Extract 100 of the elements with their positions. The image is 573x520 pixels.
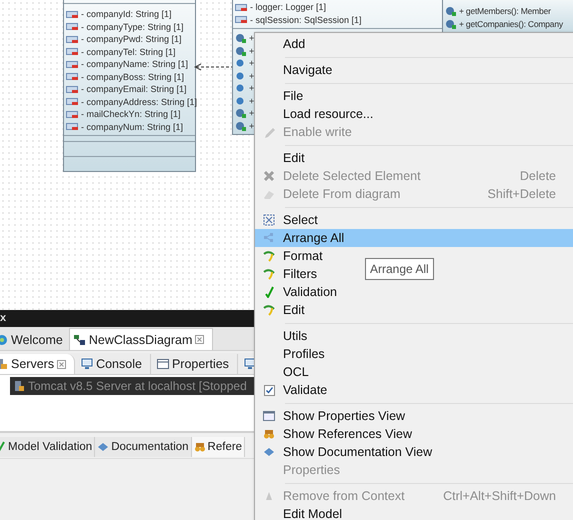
tooltip: Arrange All bbox=[365, 258, 434, 280]
arc-icon bbox=[263, 268, 275, 280]
operation-text: + bbox=[249, 70, 254, 82]
view-tab[interactable]: Refere bbox=[192, 437, 246, 457]
menu-item[interactable]: Validation bbox=[283, 285, 337, 299]
pencil-icon bbox=[263, 126, 275, 138]
attribute-text: - companyPwd: String [1] bbox=[81, 33, 182, 46]
attribute-icon bbox=[66, 84, 78, 94]
operation-icon bbox=[235, 70, 246, 81]
attribute-text: - mailCheckYn: String [1] bbox=[81, 108, 181, 120]
menu-item[interactable]: Utils bbox=[283, 329, 308, 343]
operation-text: + bbox=[249, 44, 254, 57]
menu-item[interactable]: Navigate bbox=[283, 63, 332, 77]
check-icon bbox=[263, 286, 275, 298]
menu-item[interactable]: Validate bbox=[283, 383, 328, 397]
table-icon bbox=[156, 358, 169, 370]
attribute-text: - companyTel: String [1] bbox=[81, 46, 176, 58]
menu-item[interactable]: Profiles bbox=[283, 347, 325, 361]
attribute-icon bbox=[235, 15, 247, 24]
shortcut-text: Ctrl+Alt+Shift+Down bbox=[443, 489, 557, 503]
operation-icon bbox=[235, 58, 246, 68]
title-text: x bbox=[0, 312, 6, 325]
menu-item[interactable]: Show Documentation View bbox=[283, 445, 432, 459]
view-tab[interactable]: Servers bbox=[0, 354, 76, 374]
menu-item[interactable]: Edit bbox=[283, 303, 305, 317]
binoculars-icon bbox=[194, 441, 206, 453]
menu-item[interactable]: Add bbox=[283, 37, 306, 51]
editor-tab[interactable]: NewClassDiagram bbox=[68, 328, 214, 350]
server-icon bbox=[14, 380, 24, 392]
monitor-icon bbox=[81, 358, 94, 370]
attribute-text: - companyAddress: String [1] bbox=[81, 96, 198, 108]
dependency-arrow bbox=[194, 63, 232, 71]
attribute-text: - companyEmail: String [1] bbox=[81, 83, 187, 96]
view-tab[interactable]: Documentation bbox=[95, 437, 192, 457]
attribute-icon bbox=[66, 47, 78, 56]
attribute-icon bbox=[66, 110, 78, 119]
menu-item[interactable]: Arrange All bbox=[255, 229, 573, 247]
class-box[interactable] bbox=[63, 0, 196, 172]
attribute-text: - logger: Logger [1] bbox=[250, 1, 326, 14]
view-tab[interactable]: Console bbox=[75, 354, 151, 374]
operation-text: + bbox=[249, 82, 254, 94]
attribute-text: - companyBoss: String [1] bbox=[81, 70, 184, 83]
operation-badge-icon bbox=[445, 18, 456, 29]
nodes-icon bbox=[263, 232, 275, 244]
menu-item[interactable]: Show References View bbox=[283, 427, 412, 441]
shortcut-text: Shift+Delete bbox=[488, 187, 557, 201]
close-icon[interactable] bbox=[57, 360, 66, 368]
monitor-icon bbox=[244, 358, 256, 370]
menu-item[interactable]: Edit Model bbox=[283, 507, 342, 520]
attribute-text: - companyNum: String [1] bbox=[81, 120, 184, 133]
operation-badge-icon bbox=[235, 33, 246, 44]
binoculars-icon bbox=[263, 428, 275, 440]
remove-icon bbox=[263, 490, 275, 502]
class-box[interactable]: + getMembers(): Member + getCompanies(): Company bbox=[442, 0, 573, 33]
attribute-text: - sqlSession: SqlSession [1] bbox=[250, 14, 362, 26]
operation-badge-icon bbox=[235, 46, 246, 56]
cross-icon bbox=[263, 170, 275, 182]
operation-text: + bbox=[249, 57, 254, 70]
operation-text: + bbox=[249, 107, 254, 120]
operation-text: + getCompanies(): Company bbox=[459, 18, 563, 30]
menu-item[interactable]: Edit bbox=[283, 151, 305, 165]
shortcut-text: Delete bbox=[520, 169, 557, 183]
attribute-icon bbox=[66, 72, 78, 82]
arc-icon bbox=[263, 304, 275, 316]
editor-tab[interactable]: Welcome bbox=[0, 329, 69, 350]
operation-text: + bbox=[249, 94, 254, 107]
arc-icon bbox=[263, 250, 275, 262]
attribute-text: - companyId: String [1] bbox=[81, 8, 172, 20]
attribute-text: - companyType: String [1] bbox=[81, 20, 184, 33]
menu-item[interactable]: Format bbox=[283, 249, 323, 263]
eraser-icon bbox=[263, 188, 275, 200]
operation-icon bbox=[235, 96, 246, 106]
attribute-icon bbox=[66, 10, 78, 19]
view-tab[interactable]: Properties bbox=[150, 354, 238, 374]
operation-icon bbox=[235, 83, 246, 94]
menu-item[interactable]: Filters bbox=[283, 267, 318, 281]
menu-item[interactable]: File bbox=[283, 89, 304, 103]
attribute-icon bbox=[66, 60, 78, 69]
operation-text: + bbox=[249, 32, 254, 44]
select-icon bbox=[263, 214, 275, 226]
window-icon bbox=[263, 410, 275, 422]
attribute-icon bbox=[66, 34, 78, 44]
menu-item[interactable]: Select bbox=[283, 213, 318, 227]
attribute-icon bbox=[235, 2, 247, 12]
attribute-icon bbox=[66, 97, 78, 106]
operation-text: + getMembers(): Member bbox=[459, 5, 551, 18]
operation-badge-icon bbox=[235, 120, 246, 131]
menu-item[interactable]: OCL bbox=[283, 365, 309, 379]
menu-item[interactable]: Show Properties View bbox=[283, 409, 406, 423]
view-tab[interactable]: Model Validation bbox=[0, 437, 96, 457]
class-diagram-icon bbox=[74, 334, 86, 346]
menu-item[interactable]: Load resource... bbox=[283, 107, 374, 121]
operation-badge-icon bbox=[235, 108, 246, 118]
operation-badge-icon bbox=[445, 6, 456, 16]
close-icon[interactable] bbox=[195, 335, 204, 344]
attribute-icon bbox=[66, 122, 78, 132]
checkbox[interactable] bbox=[264, 384, 274, 396]
attribute-text: - companyName: String [1] bbox=[81, 58, 188, 70]
attribute-icon bbox=[66, 22, 78, 32]
operation-text: + bbox=[249, 120, 254, 132]
